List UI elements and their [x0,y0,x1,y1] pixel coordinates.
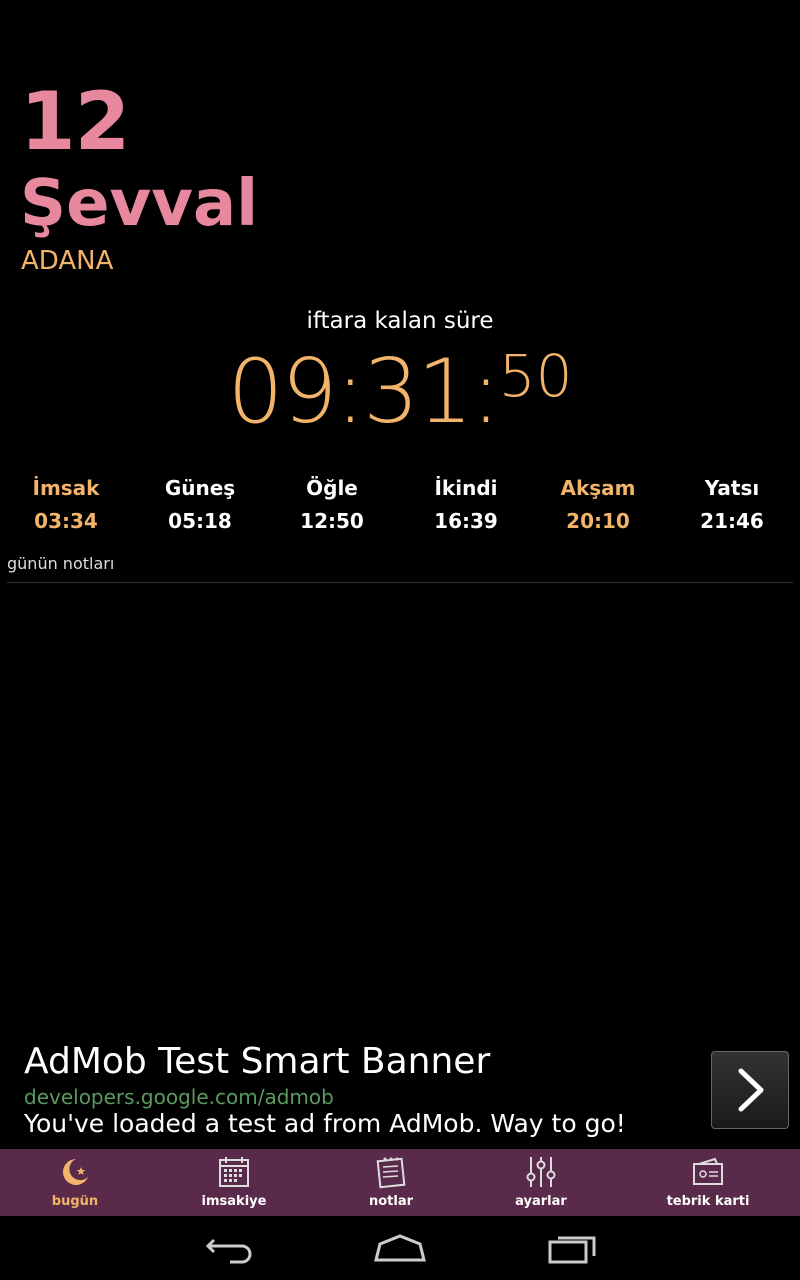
prayer-ikindi: İkindi 16:39 [396,476,536,533]
prayer-name: Öğle [306,476,358,500]
tab-bugun[interactable]: bugün [25,1149,125,1216]
chevron-right-icon [738,1068,764,1112]
prayer-yatsi: Yatsı 21:46 [662,476,800,533]
prayer-time: 05:18 [168,509,232,533]
prayer-aksam: Akşam 20:10 [528,476,668,533]
prayer-name: Yatsı [704,476,760,500]
prayer-time: 12:50 [300,509,364,533]
tab-label: tebrik karti [666,1194,750,1209]
notepad-icon [376,1157,406,1189]
tab-label: imsakiye [201,1194,267,1209]
ad-url[interactable]: developers.google.com/admob [24,1085,334,1109]
tab-notlar[interactable]: notlar [341,1149,441,1216]
countdown-timer: 09:31:50 [0,342,800,436]
location-label[interactable]: ADANA [21,248,113,274]
prayer-name: İkindi [434,476,498,500]
prayer-name: Güneş [164,476,236,500]
moon-star-icon [63,1159,88,1185]
prayer-name: İmsak [32,476,100,500]
countdown-label: iftara kalan süre [306,308,494,334]
prayer-name: Akşam [560,476,636,500]
countdown-seconds: 50 [498,342,573,410]
bottom-tab-bar: bugün imsakiye notlar ayarlar tebrik kar… [0,1149,800,1216]
prayer-time: 16:39 [434,509,498,533]
calendar-icon [219,1157,249,1187]
daily-notes-label: günün notları [7,554,115,573]
tab-label: bugün [51,1194,99,1209]
home-icon[interactable] [370,1230,430,1266]
hijri-month: Şevval [20,167,259,241]
tab-tebrik-karti[interactable]: tebrik karti [653,1149,763,1216]
greeting-card-icon [693,1157,723,1185]
recents-icon[interactable] [542,1230,602,1266]
prayer-imsak: İmsak 03:34 [0,476,136,533]
notes-divider [7,582,793,583]
tab-imsakiye[interactable]: imsakiye [184,1149,284,1216]
prayer-ogle: Öğle 12:50 [262,476,402,533]
tab-label: notlar [368,1194,414,1209]
countdown-hours-minutes: 09:31: [227,340,500,443]
ad-description[interactable]: You've loaded a test ad from AdMob. Way … [24,1109,626,1138]
tab-ayarlar[interactable]: ayarlar [491,1149,591,1216]
prayer-gunes: Güneş 05:18 [130,476,270,533]
ad-banner[interactable]: AdMob Test Smart Banner developers.googl… [0,1035,800,1149]
ad-title[interactable]: AdMob Test Smart Banner [24,1041,490,1082]
hijri-day: 12 [20,75,130,168]
back-icon[interactable] [200,1230,260,1266]
sliders-icon [526,1157,556,1187]
tab-label: ayarlar [515,1194,567,1209]
prayer-time: 21:46 [700,509,764,533]
ad-open-button[interactable] [711,1051,789,1129]
prayer-time: 20:10 [566,509,630,533]
system-navigation-bar [0,1216,800,1280]
prayer-time: 03:34 [34,509,98,533]
